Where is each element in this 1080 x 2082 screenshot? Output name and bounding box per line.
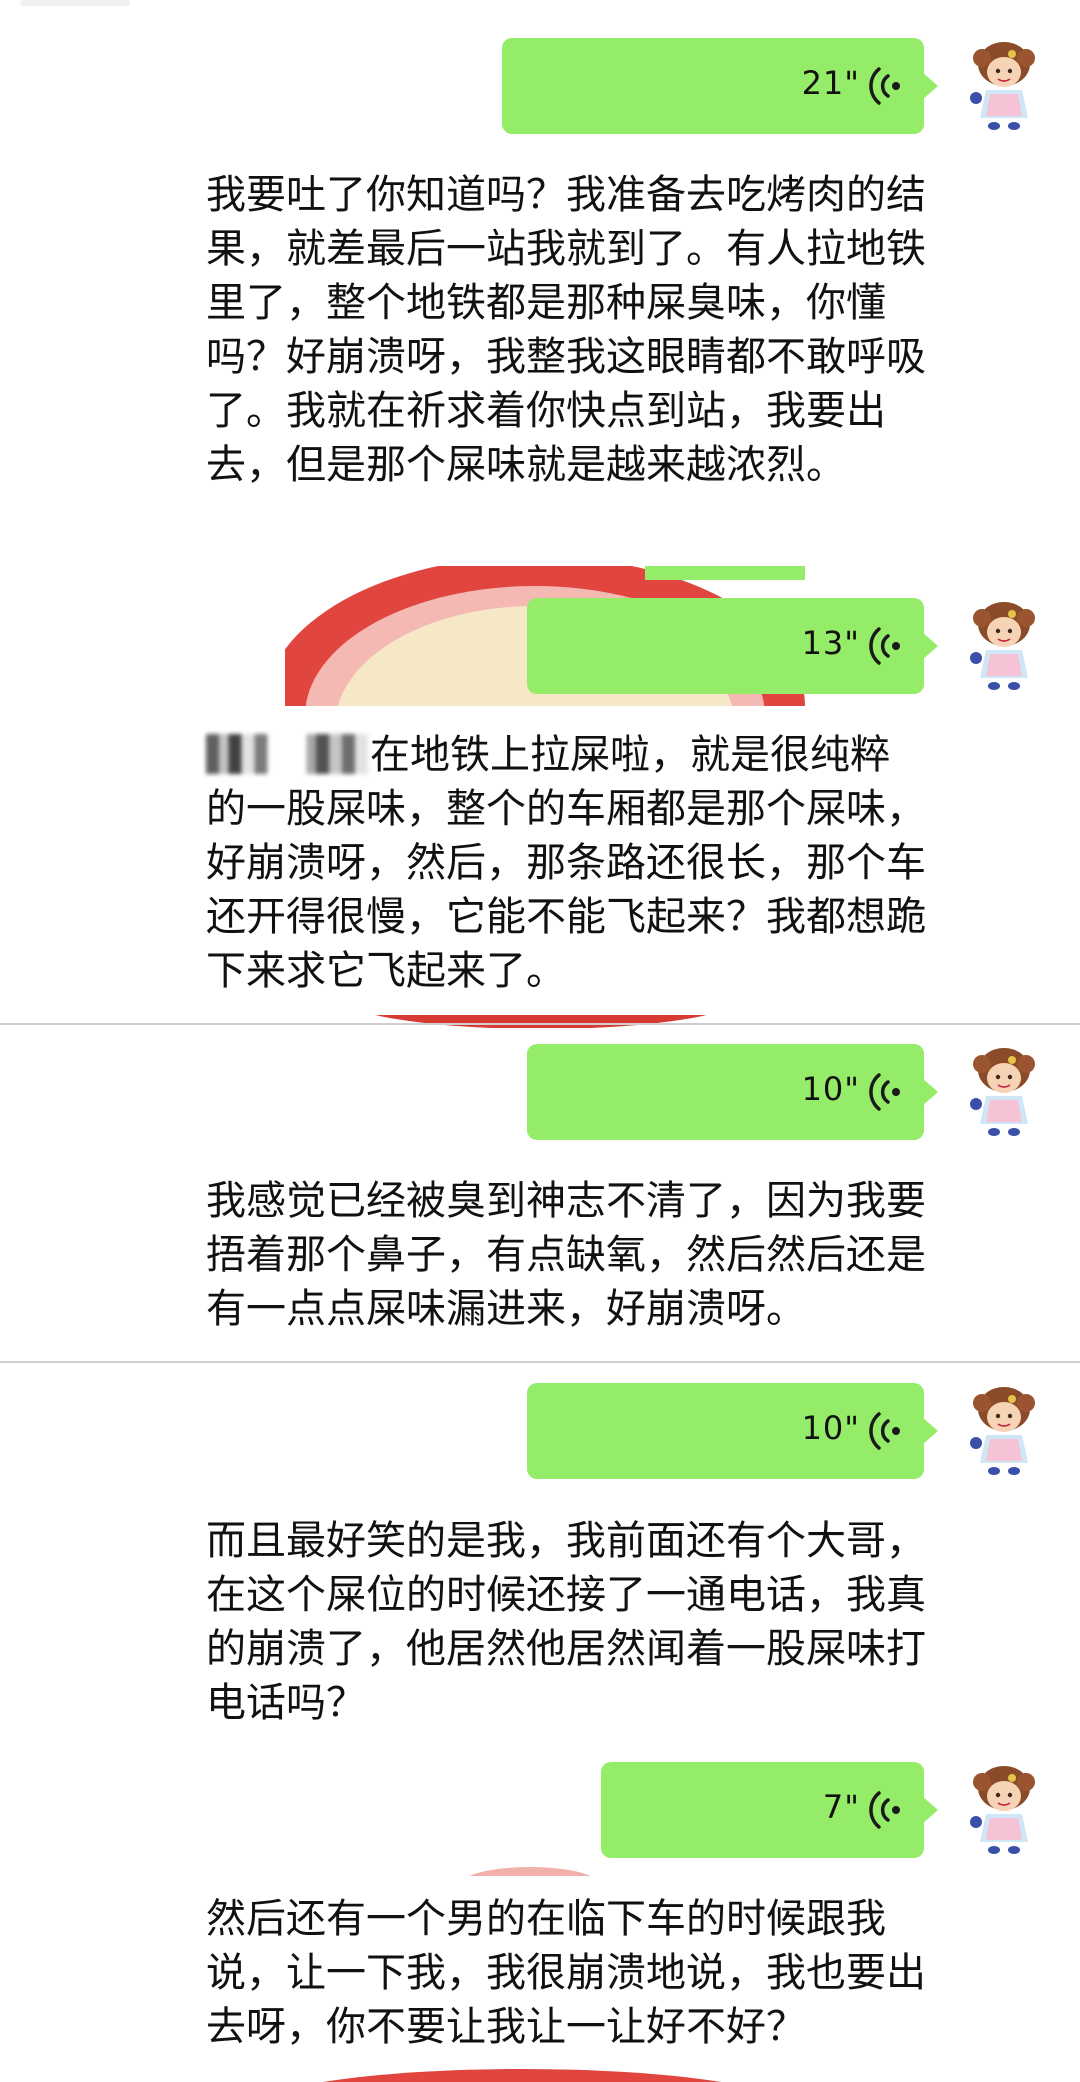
voice-duration: 21": [801, 64, 860, 102]
chat-screen: 21" 我要吐了你知道吗？我准备去吃烤肉的结果，就差最后一站我就到了。有人拉地铁…: [0, 0, 1080, 2082]
voice-duration: 13": [801, 624, 860, 662]
voice-duration: 10": [801, 1409, 860, 1447]
background-image-fragment: [460, 1862, 600, 1876]
cartoon-girl-avatar-icon: [954, 1762, 1050, 1858]
voice-duration: 10": [801, 1070, 860, 1108]
voice-duration: 7": [822, 1788, 860, 1826]
voice-transcript-text: 在地铁上拉屎啦，就是很纯粹的一股屎味，整个的车厢都是那个屎味，好崩溃呀，然后，那…: [206, 728, 926, 998]
top-edge-fragment: [20, 0, 130, 6]
avatar[interactable]: [954, 598, 1050, 694]
voice-wave-icon: [869, 1073, 900, 1111]
cartoon-girl-avatar-icon: [954, 1383, 1050, 1479]
voice-message-bubble[interactable]: 10": [527, 1383, 938, 1479]
voice-transcript-text: 我要吐了你知道吗？我准备去吃烤肉的结果，就差最后一站我就到了。有人拉地铁里了，整…: [206, 172, 926, 488]
voice-wave-icon: [869, 1412, 900, 1450]
background-image-fragment: [336, 1014, 746, 1028]
cartoon-girl-avatar-icon: [954, 38, 1050, 134]
avatar[interactable]: [954, 1044, 1050, 1140]
voice-message-bubble[interactable]: 7": [601, 1762, 938, 1858]
voice-transcript-text: 我感觉已经被臭到神志不清了，因为我要捂着那个鼻子，有点缺氧，然后然后还是有一点点…: [206, 1178, 926, 1332]
voice-message-bubble[interactable]: 21": [502, 38, 938, 134]
screenshot-divider: [0, 1023, 1080, 1025]
screenshot-divider: [0, 1361, 1080, 1363]
voice-transcript-text: 而且最好笑的是我，我前面还有个大哥，在这个屎位的时候还接了一通电话，我真的崩溃了…: [206, 1518, 926, 1726]
red-food-image-sliver: [469, 1867, 591, 1876]
voice-wave-icon: [869, 627, 900, 665]
blurred-name: [206, 734, 368, 774]
voice-wave-icon: [869, 67, 900, 105]
red-food-image-bottom: [322, 2069, 722, 2082]
voice-wave-icon: [869, 1791, 900, 1829]
red-food-image-strip: [371, 1014, 711, 1028]
voice-message-bubble[interactable]: 13": [527, 598, 938, 694]
avatar[interactable]: [954, 1383, 1050, 1479]
avatar[interactable]: [954, 1762, 1050, 1858]
voice-transcript-text: 然后还有一个男的在临下车的时候跟我说，让一下我，我很崩溃地说，我也要出去呀，你不…: [206, 1896, 926, 2050]
cartoon-girl-avatar-icon: [954, 1044, 1050, 1140]
background-image-fragment: [262, 2068, 782, 2082]
cartoon-girl-avatar-icon: [954, 598, 1050, 694]
avatar[interactable]: [954, 38, 1050, 134]
voice-message-bubble[interactable]: 10": [527, 1044, 938, 1140]
